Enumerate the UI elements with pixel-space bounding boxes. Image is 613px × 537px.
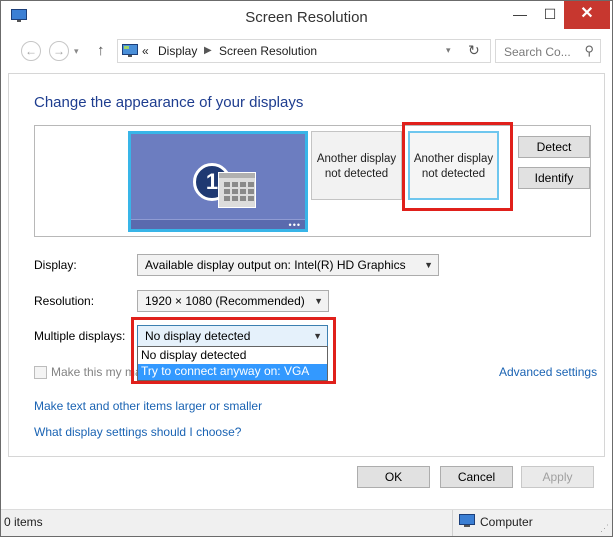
control-panel-icon [122,44,138,57]
address-dropdown-icon[interactable]: ▾ [446,45,451,56]
text-size-link[interactable]: Make text and other items larger or smal… [34,399,262,413]
chevron-down-icon: ▼ [424,260,433,270]
search-placeholder: Search Co... [504,45,571,59]
monitor-grid-icon [218,172,256,208]
detect-button[interactable]: Detect [518,136,590,158]
apply-button[interactable]: Apply [521,466,594,488]
monitor-taskbar: ••• [131,219,305,230]
maximize-button[interactable]: ☐ [535,1,565,29]
search-icon[interactable]: ⚲ [584,43,594,59]
highlight-box-multiple-displays [131,317,336,384]
display-select[interactable]: Available display output on: Intel(R) HD… [137,254,439,276]
breadcrumb[interactable]: « Display ▶ Screen Resolution ▾ ↻ [117,39,491,63]
display-select-value: Available display output on: Intel(R) HD… [145,258,406,272]
highlight-box-monitor [402,122,513,211]
close-button[interactable]: ✕ [564,1,610,29]
resolution-select[interactable]: 1920 × 1080 (Recommended) ▼ [137,290,329,312]
monitor-1[interactable]: 1 ••• [128,131,308,232]
monitor-label-line1: Another display [316,153,397,165]
forward-button[interactable]: → [49,41,69,61]
chevron-down-icon: ▼ [314,296,323,306]
breadcrumb-separator-icon[interactable]: ▶ [204,45,212,56]
breadcrumb-overflow[interactable]: « [142,44,149,58]
up-arrow-icon: ↑ [97,42,105,59]
address-bar: ← → ▾ ↑ « Display ▶ Screen Resolution ▾ … [1,34,612,68]
display-settings-help-link[interactable]: What display settings should I choose? [34,425,241,439]
breadcrumb-display[interactable]: Display [158,44,197,58]
monitor-label-line2: not detected [324,168,389,180]
computer-icon [459,514,475,527]
cancel-button[interactable]: Cancel [440,466,513,488]
monitor-not-detected-1[interactable]: Another display not detected [311,131,402,200]
title-bar: Screen Resolution — ☐ ✕ [1,1,612,34]
advanced-settings-link[interactable]: Advanced settings [499,365,597,379]
up-button[interactable]: ↑ [97,42,105,59]
location-label: Computer [480,515,533,529]
breadcrumb-screen-resolution[interactable]: Screen Resolution [219,44,317,58]
content-panel: Change the appearance of your displays 1… [8,73,605,457]
status-divider [452,510,453,536]
resolution-label: Resolution: [34,294,95,308]
recent-locations-dropdown-icon[interactable]: ▾ [74,46,79,57]
make-main-display-label: Make this my ma [51,365,142,379]
back-button[interactable]: ← [21,41,41,61]
back-arrow-icon: ← [25,44,37,58]
item-count: 0 items [4,515,43,529]
search-input[interactable]: Search Co... ⚲ [495,39,601,63]
identify-button[interactable]: Identify [518,167,590,189]
ok-button[interactable]: OK [357,466,430,488]
minimize-button[interactable]: — [505,1,535,29]
screen-resolution-window: Screen Resolution — ☐ ✕ ← → ▾ ↑ « Displa… [0,0,613,537]
display-label: Display: [34,258,77,272]
multiple-displays-label: Multiple displays: [34,329,126,343]
page-title: Change the appearance of your displays [34,94,304,111]
forward-arrow-icon: → [53,44,65,58]
make-main-display-checkbox[interactable] [34,366,47,379]
status-bar: 0 items Computer ⋰ [1,509,612,536]
more-icon: ••• [288,220,301,230]
refresh-icon[interactable]: ↻ [468,42,480,59]
resize-grip-icon[interactable]: ⋰ [600,523,609,534]
resolution-select-value: 1920 × 1080 (Recommended) [145,294,305,308]
display-arrangement-area: 1 ••• Another display not detected Anoth… [34,122,591,237]
